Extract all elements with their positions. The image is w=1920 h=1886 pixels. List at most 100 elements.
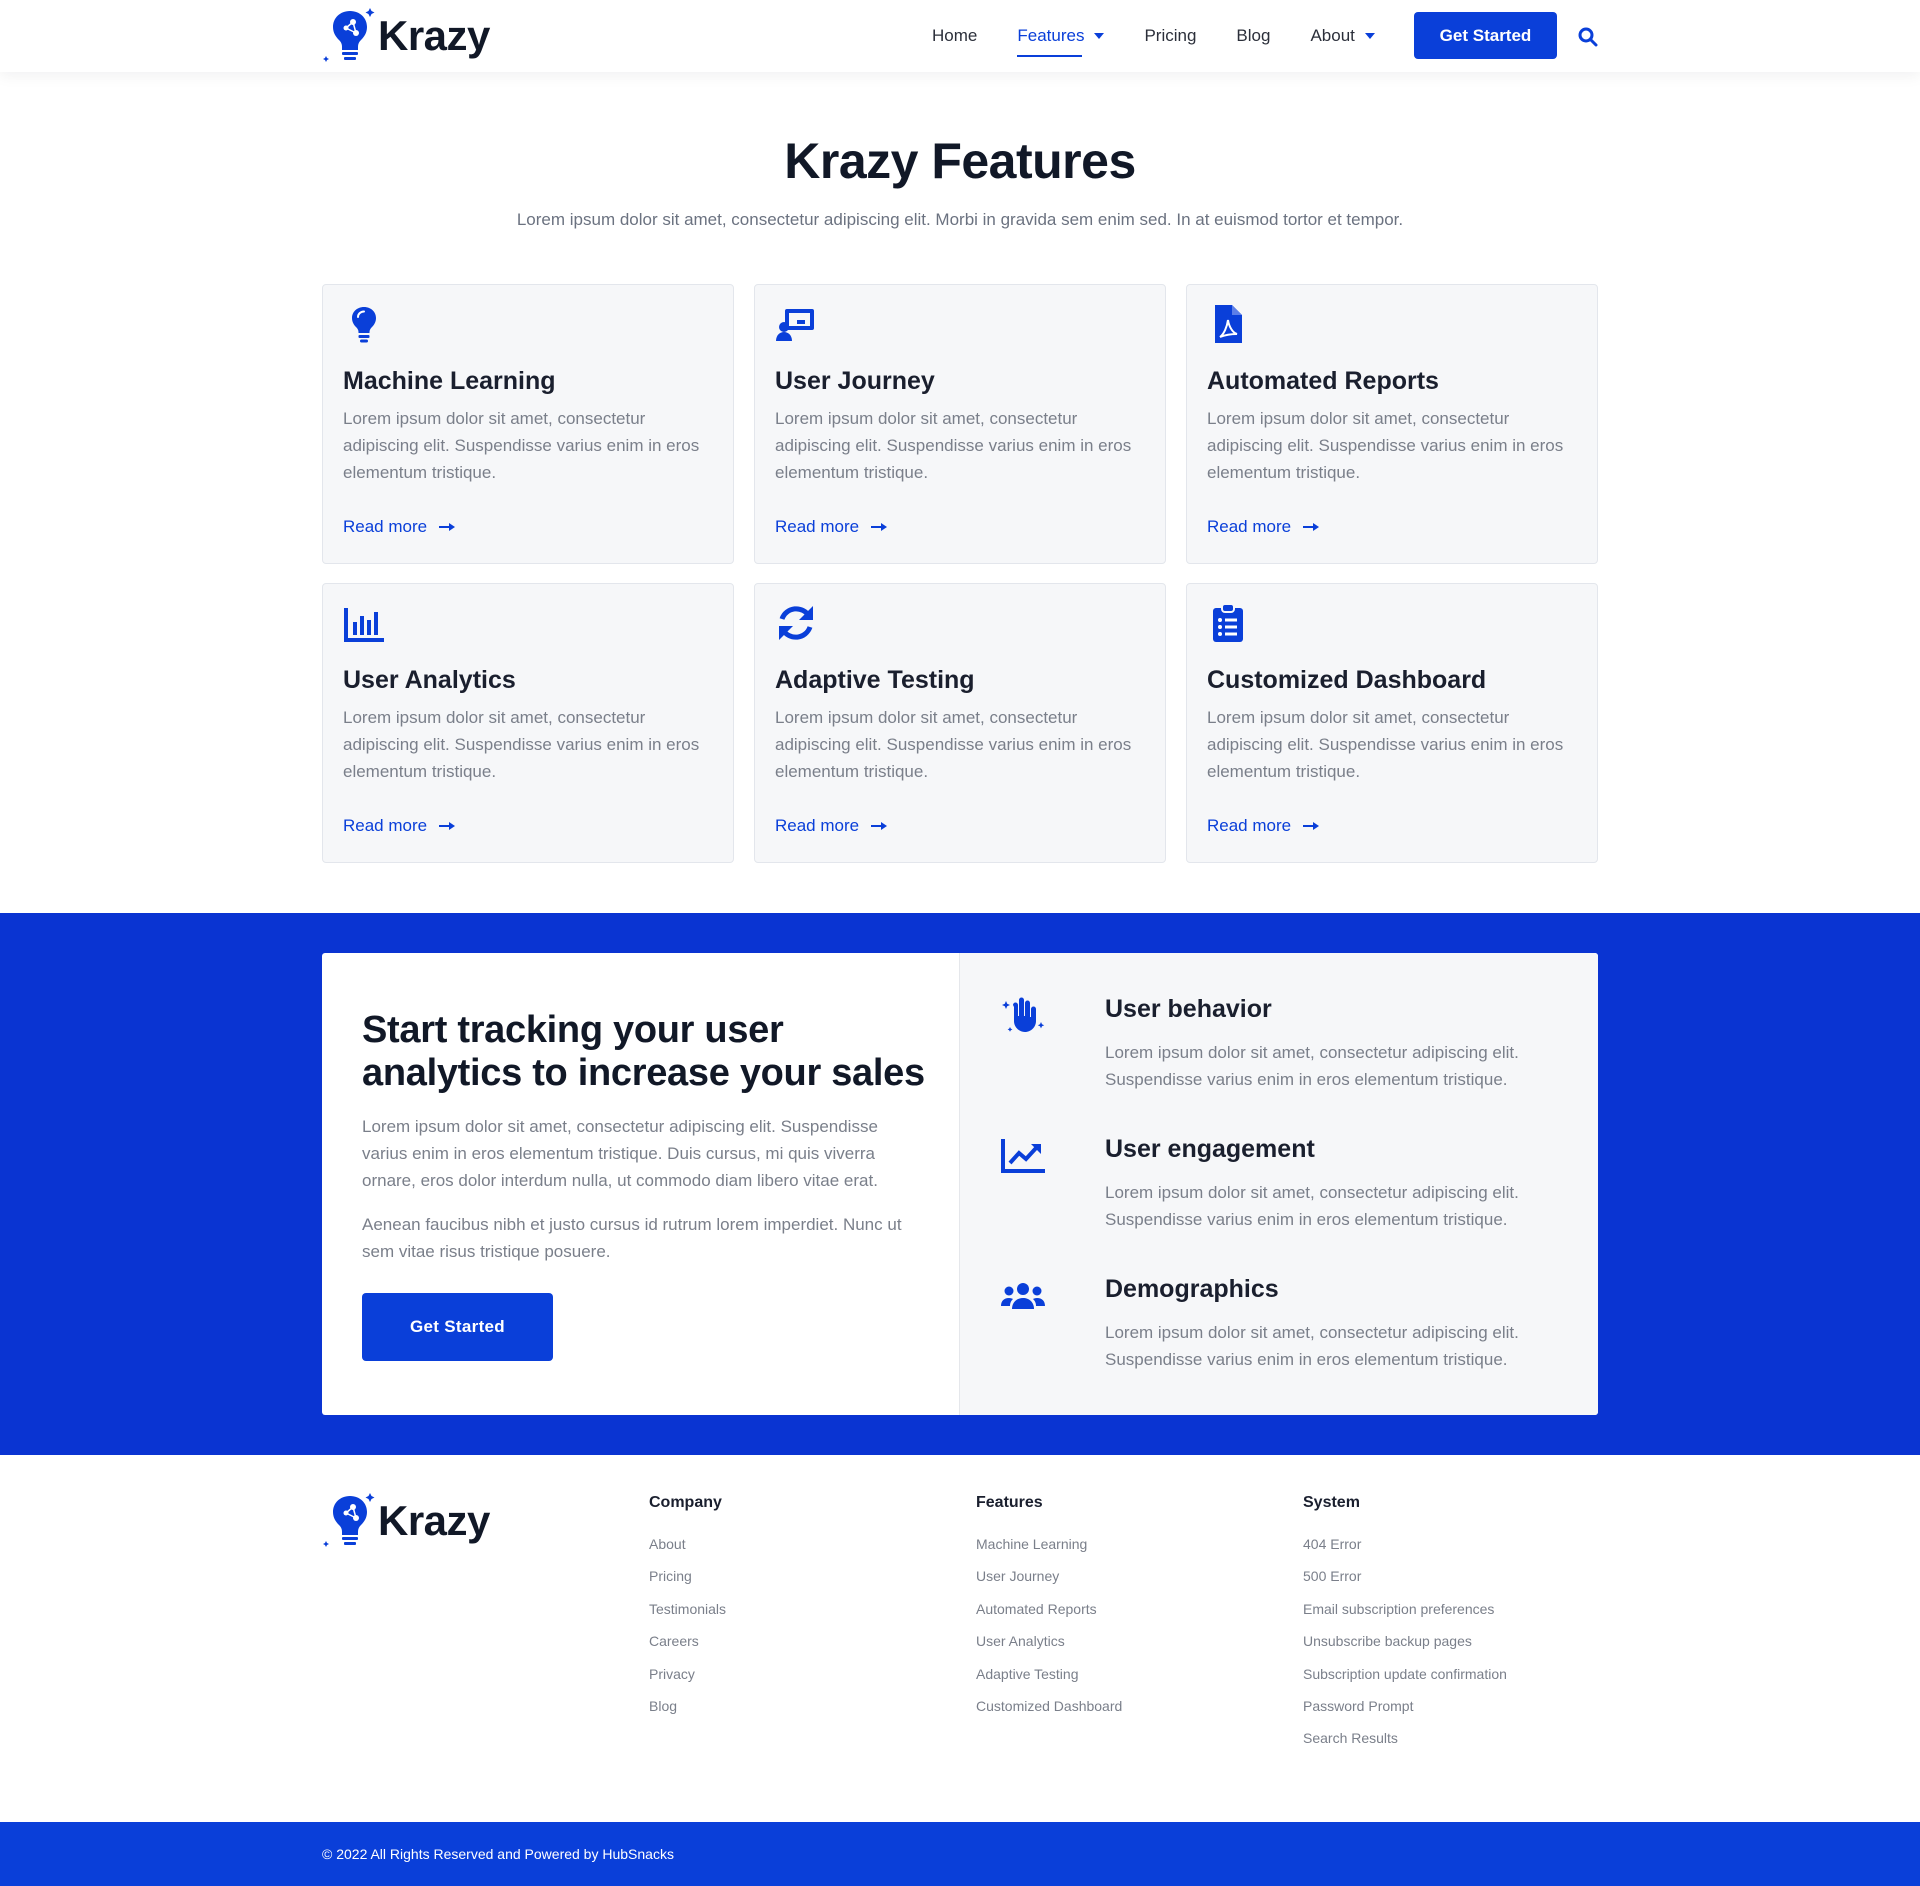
card-text: Lorem ipsum dolor sit amet, consectetur …	[343, 708, 700, 781]
feature-card-machine-learning: Machine Learning Lorem ipsum dolor sit a…	[322, 284, 734, 564]
footer-link[interactable]: Privacy	[649, 1664, 726, 1696]
footer-link[interactable]: Adaptive Testing	[976, 1664, 1122, 1696]
footer-logo[interactable]: Krazy	[322, 1490, 490, 1552]
site-logo[interactable]: Krazy	[322, 6, 490, 66]
footer-link[interactable]: Machine Learning	[976, 1534, 1122, 1566]
read-more-label: Read more	[1207, 816, 1292, 835]
arrow-right-icon	[439, 522, 456, 532]
arrow-right-icon	[871, 821, 888, 831]
read-more-link[interactable]: Read more	[775, 517, 888, 537]
footer-column-title: System	[1303, 1494, 1360, 1511]
footer-link[interactable]: Careers	[649, 1631, 726, 1663]
read-more-label: Read more	[775, 517, 860, 536]
benefit-title: User engagement	[1105, 1135, 1315, 1163]
arrow-right-icon	[1303, 522, 1320, 532]
cta-paragraph: Lorem ipsum dolor sit amet, consectetur …	[362, 1117, 878, 1190]
benefit-text: Lorem ipsum dolor sit amet, consectetur …	[1105, 1183, 1519, 1229]
logo-text: Krazy	[378, 1497, 490, 1544]
footer-link[interactable]: Subscription update confirmation	[1303, 1664, 1507, 1696]
presentation-icon	[776, 309, 814, 341]
sync-icon	[779, 606, 813, 640]
footer-link[interactable]: Pricing	[649, 1566, 726, 1598]
footer-column-features: Features Machine Learning User Journey A…	[976, 1494, 1122, 1728]
read-more-link[interactable]: Read more	[1207, 517, 1320, 537]
footer-link[interactable]: Testimonials	[649, 1599, 726, 1631]
footer-link[interactable]: Unsubscribe backup pages	[1303, 1631, 1507, 1663]
read-more-label: Read more	[343, 517, 428, 536]
card-title: User Journey	[775, 367, 935, 395]
chevron-down-icon	[1094, 33, 1105, 39]
feature-card-user-journey: User Journey Lorem ipsum dolor sit amet,…	[754, 284, 1166, 564]
get-started-button[interactable]: Get Started	[1414, 12, 1557, 59]
benefit-title: User behavior	[1105, 995, 1272, 1023]
card-text: Lorem ipsum dolor sit amet, consectetur …	[775, 708, 1132, 781]
footer-link[interactable]: Customized Dashboard	[976, 1696, 1122, 1728]
page-title: Krazy Features	[784, 133, 1136, 189]
logo-bulb-icon	[323, 8, 375, 62]
read-more-label: Read more	[1207, 517, 1292, 536]
get-started-button[interactable]: Get Started	[362, 1293, 553, 1361]
footer-column-company: Company About Pricing Testimonials Caree…	[649, 1494, 726, 1728]
trend-chart-icon	[1001, 1139, 1045, 1173]
page-subtitle: Lorem ipsum dolor sit amet, consectetur …	[516, 210, 1404, 229]
footer-column-system: System 404 Error 500 Error Email subscri…	[1303, 1494, 1507, 1761]
card-title: Machine Learning	[343, 367, 556, 395]
benefits-list: User behavior Lorem ipsum dolor sit amet…	[959, 953, 1598, 1415]
hand-sparkles-icon	[1002, 997, 1045, 1032]
copyright-text: © 2022 All Rights Reserved and Powered b…	[322, 1846, 674, 1862]
cta-panel: Start tracking your user analytics to in…	[322, 953, 1598, 1415]
nav-home-label: Home	[932, 26, 978, 45]
feature-card-user-analytics: User Analytics Lorem ipsum dolor sit ame…	[322, 583, 734, 863]
card-text: Lorem ipsum dolor sit amet, consectetur …	[1207, 409, 1564, 482]
read-more-link[interactable]: Read more	[343, 517, 456, 537]
footer-bottom-bar: © 2022 All Rights Reserved and Powered b…	[0, 1822, 1920, 1886]
feature-card-automated-reports: Automated Reports Lorem ipsum dolor sit …	[1186, 284, 1598, 564]
footer-link[interactable]: 404 Error	[1303, 1534, 1507, 1566]
main-nav: Home Features Pricing Blog About	[932, 0, 1415, 72]
search-icon[interactable]	[1578, 27, 1598, 47]
read-more-link[interactable]: Read more	[775, 816, 888, 836]
nav-pricing[interactable]: Pricing	[1144, 0, 1196, 72]
read-more-label: Read more	[775, 816, 860, 835]
footer-link[interactable]: User Analytics	[976, 1631, 1122, 1663]
footer-link[interactable]: 500 Error	[1303, 1566, 1507, 1598]
chevron-down-icon	[1364, 33, 1375, 39]
site-header: Krazy Home Features Pricing Blog About G…	[0, 0, 1920, 72]
nav-blog-label: Blog	[1236, 26, 1271, 45]
logo-bulb-icon	[323, 1493, 375, 1547]
nav-pricing-label: Pricing	[1144, 26, 1197, 45]
benefit-text: Lorem ipsum dolor sit amet, consectetur …	[1105, 1323, 1519, 1369]
logo-text: Krazy	[378, 12, 490, 59]
benefit-text: Lorem ipsum dolor sit amet, consectetur …	[1105, 1043, 1519, 1089]
card-text: Lorem ipsum dolor sit amet, consectetur …	[343, 409, 700, 482]
cta-band: Start tracking your user analytics to in…	[0, 913, 1920, 1455]
nav-home[interactable]: Home	[932, 0, 977, 72]
card-title: Customized Dashboard	[1207, 666, 1487, 694]
footer-link[interactable]: Blog	[649, 1696, 726, 1728]
arrow-right-icon	[1303, 821, 1320, 831]
arrow-right-icon	[439, 821, 456, 831]
arrow-right-icon	[871, 522, 888, 532]
feature-card-customized-dashboard: Customized Dashboard Lorem ipsum dolor s…	[1186, 583, 1598, 863]
cta-paragraph: Aenean faucibus nibh et justo cursus id …	[362, 1215, 902, 1261]
nav-features[interactable]: Features	[1017, 0, 1105, 72]
footer-column-title: Company	[649, 1494, 722, 1511]
footer-link[interactable]: Password Prompt	[1303, 1696, 1507, 1728]
clipboard-list-icon	[1213, 603, 1243, 642]
pdf-file-icon	[1215, 305, 1242, 343]
card-text: Lorem ipsum dolor sit amet, consectetur …	[775, 409, 1132, 482]
bar-chart-icon	[344, 608, 384, 642]
card-title: Adaptive Testing	[775, 666, 975, 694]
nav-about-label: About	[1310, 26, 1355, 45]
footer-link[interactable]: Automated Reports	[976, 1599, 1122, 1631]
nav-about[interactable]: About	[1310, 0, 1375, 72]
read-more-link[interactable]: Read more	[343, 816, 456, 836]
footer-link[interactable]: User Journey	[976, 1566, 1122, 1598]
users-icon	[1001, 1283, 1045, 1309]
footer-link[interactable]: Search Results	[1303, 1728, 1507, 1760]
nav-blog[interactable]: Blog	[1236, 0, 1270, 72]
card-text: Lorem ipsum dolor sit amet, consectetur …	[1207, 708, 1564, 781]
footer-link[interactable]: About	[649, 1534, 726, 1566]
read-more-link[interactable]: Read more	[1207, 816, 1320, 836]
footer-link[interactable]: Email subscription preferences	[1303, 1599, 1507, 1631]
